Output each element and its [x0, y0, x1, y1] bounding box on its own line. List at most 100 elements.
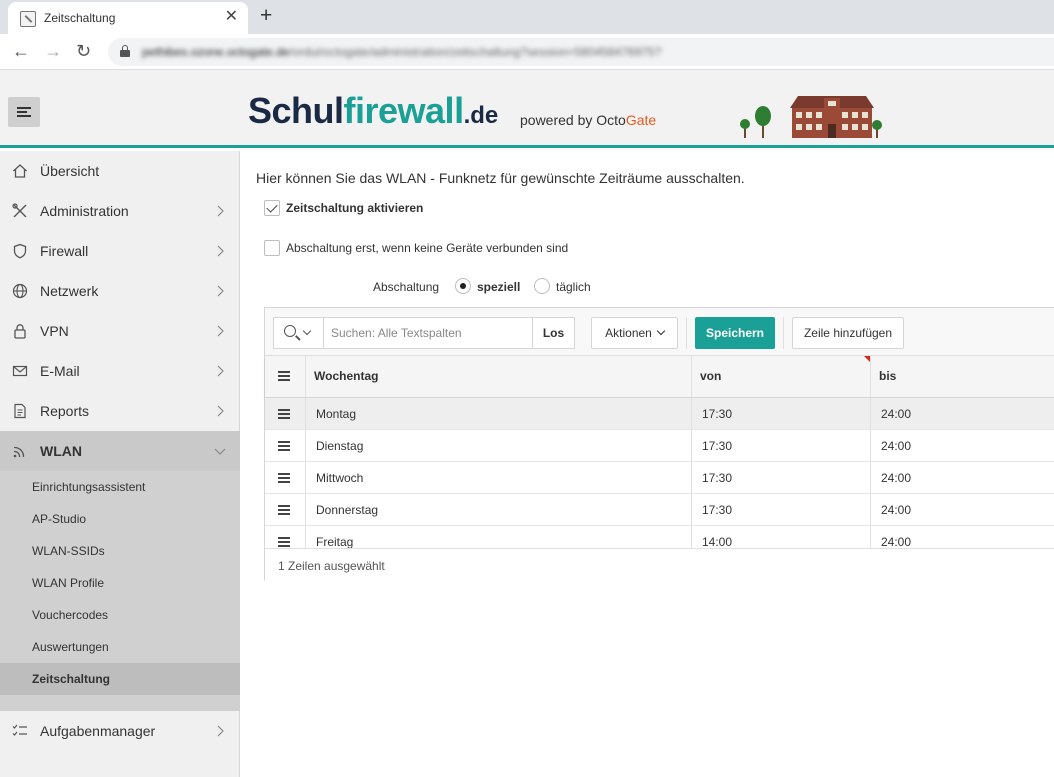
cell-von[interactable]: 17:30: [691, 494, 870, 525]
menu-lines-icon: [278, 371, 290, 381]
cell-von[interactable]: 17:30: [691, 430, 870, 461]
document-icon: [14, 403, 26, 419]
go-button[interactable]: Los: [532, 318, 574, 348]
add-row-button[interactable]: Zeile hinzufügen: [792, 317, 904, 349]
tools-icon: [12, 203, 27, 218]
chevron-down-icon: [656, 326, 666, 336]
cell-bis[interactable]: 24:00: [870, 430, 1054, 461]
forward-arrow-icon[interactable]: →: [44, 41, 62, 61]
row-menu-button[interactable]: [265, 494, 305, 525]
checklist-icon: [12, 724, 27, 736]
sidebar-item-administration[interactable]: Administration: [0, 191, 240, 231]
radio-speziell-label[interactable]: speziell: [477, 280, 520, 294]
sidebar-item-reports[interactable]: Reports: [0, 391, 240, 431]
intro-text: Hier können Sie das WLAN - Funknetz für …: [256, 170, 745, 186]
row-menu-button[interactable]: [265, 526, 305, 548]
cell-von[interactable]: 17:30: [691, 462, 870, 493]
submenu-item-auswertungen[interactable]: Auswertungen: [0, 631, 240, 663]
activate-checkbox[interactable]: [264, 200, 280, 216]
table-row[interactable]: Mittwoch 17:30 24:00: [265, 462, 1054, 494]
menu-lines-icon: [278, 473, 290, 483]
sidebar-item-label: WLAN: [40, 443, 82, 459]
grid-rows: Montag 17:30 24:00 Dienstag 17:30 24:00 …: [265, 398, 1054, 548]
actions-button-label: Aktionen: [605, 326, 652, 340]
column-header-bis[interactable]: bis: [870, 356, 1054, 397]
row-menu-button[interactable]: [265, 462, 305, 493]
cell-von[interactable]: 14:00: [691, 526, 870, 548]
hamburger-menu-button[interactable]: [8, 97, 40, 127]
sidebar-item-wlan[interactable]: WLAN: [0, 431, 240, 471]
sidebar-item-label: Firewall: [40, 243, 89, 259]
radio-speziell[interactable]: [455, 278, 471, 294]
submenu-item-einrichtungsassistent[interactable]: Einrichtungsassistent: [0, 471, 240, 503]
cell-wochentag[interactable]: Dienstag: [305, 430, 691, 461]
toolbar-divider: [686, 317, 687, 349]
menu-lines-icon: [278, 441, 290, 451]
sidebar-item-vpn[interactable]: VPN: [0, 311, 240, 351]
sidebar-item-label: Administration: [40, 203, 129, 219]
cell-bis[interactable]: 24:00: [870, 526, 1054, 548]
radio-taeglich[interactable]: [534, 278, 550, 294]
column-header-wochentag[interactable]: Wochentag: [305, 356, 691, 397]
radio-taeglich-label[interactable]: täglich: [556, 280, 591, 294]
search-input[interactable]: [325, 318, 530, 348]
cell-bis[interactable]: 24:00: [870, 494, 1054, 525]
search-column-selector[interactable]: [274, 318, 324, 348]
cell-wochentag[interactable]: Freitag: [305, 526, 691, 548]
sidebar-item-email[interactable]: E-Mail: [0, 351, 240, 391]
grid-toolbar: Los Aktionen Speichern Zeile hinzufügen: [265, 308, 1054, 356]
submenu-item-wlan-profile[interactable]: WLAN Profile: [0, 567, 240, 599]
table-row[interactable]: Freitag 14:00 24:00: [265, 526, 1054, 548]
actions-button[interactable]: Aktionen: [591, 317, 678, 349]
column-header-von-label: von: [700, 369, 722, 383]
chevron-right-icon: [217, 725, 224, 737]
column-header-von[interactable]: von: [691, 356, 870, 397]
sidebar-item-uebersicht[interactable]: Übersicht: [0, 151, 240, 191]
submenu-item-vouchercodes[interactable]: Vouchercodes: [0, 599, 240, 631]
search-box: Los: [273, 317, 575, 349]
cell-bis[interactable]: 24:00: [870, 462, 1054, 493]
column-menu-button[interactable]: [265, 356, 305, 397]
submenu-item-wlan-ssids[interactable]: WLAN-SSIDs: [0, 535, 240, 567]
chevron-right-icon: [217, 245, 224, 257]
selection-count: 1 Zeilen ausgewählt: [278, 559, 385, 573]
browser-tab[interactable]: Zeitschaltung ✕: [8, 2, 248, 34]
table-row[interactable]: Montag 17:30 24:00: [265, 398, 1054, 430]
powered-by-text: powered by OctoGate: [520, 112, 656, 128]
sidebar-item-firewall[interactable]: Firewall: [0, 231, 240, 271]
table-row[interactable]: Dienstag 17:30 24:00: [265, 430, 1054, 462]
submenu-item-label: AP-Studio: [32, 512, 87, 526]
back-arrow-icon[interactable]: ←: [12, 41, 30, 61]
search-icon: [284, 325, 296, 337]
submenu-item-label: Auswertungen: [32, 640, 109, 654]
lock-icon: [14, 324, 26, 339]
disconnect-label: Abschaltung erst, wenn keine Geräte verb…: [286, 241, 569, 255]
row-menu-button[interactable]: [265, 430, 305, 461]
cell-bis[interactable]: 24:00: [870, 398, 1054, 429]
save-button[interactable]: Speichern: [695, 317, 775, 349]
row-menu-button[interactable]: [265, 398, 305, 429]
new-tab-button[interactable]: +: [260, 4, 272, 28]
sidebar-item-netzwerk[interactable]: Netzwerk: [0, 271, 240, 311]
wlan-submenu: Einrichtungsassistent AP-Studio WLAN-SSI…: [0, 471, 240, 711]
brand-logo: Schulfirewall.de: [248, 90, 498, 132]
submenu-item-label: WLAN-SSIDs: [32, 544, 105, 558]
reload-icon[interactable]: ↻: [76, 41, 91, 61]
tab-close-button[interactable]: ✕: [225, 8, 238, 26]
disconnect-checkbox[interactable]: [264, 240, 280, 256]
sidebar-item-aufgabenmanager[interactable]: Aufgabenmanager: [0, 711, 240, 751]
sidebar-item-label: Netzwerk: [40, 283, 99, 299]
submenu-item-ap-studio[interactable]: AP-Studio: [0, 503, 240, 535]
url-text: pethibes.ozone.octogate.de/ordui/octogat…: [142, 45, 661, 59]
tab-favicon-icon: [20, 11, 36, 27]
url-field[interactable]: pethibes.ozone.octogate.de/ordui/octogat…: [108, 38, 1054, 66]
brand-firewall: firewall: [343, 90, 465, 131]
table-row[interactable]: Donnerstag 17:30 24:00: [265, 494, 1054, 526]
cell-wochentag[interactable]: Mittwoch: [305, 462, 691, 493]
brand-domain: .de: [463, 102, 499, 129]
cell-von[interactable]: 17:30: [691, 398, 870, 429]
cell-wochentag[interactable]: Montag: [305, 398, 691, 429]
shutdown-label: Abschaltung: [373, 280, 440, 294]
cell-wochentag[interactable]: Donnerstag: [305, 494, 691, 525]
submenu-item-zeitschaltung[interactable]: Zeitschaltung: [0, 663, 240, 695]
